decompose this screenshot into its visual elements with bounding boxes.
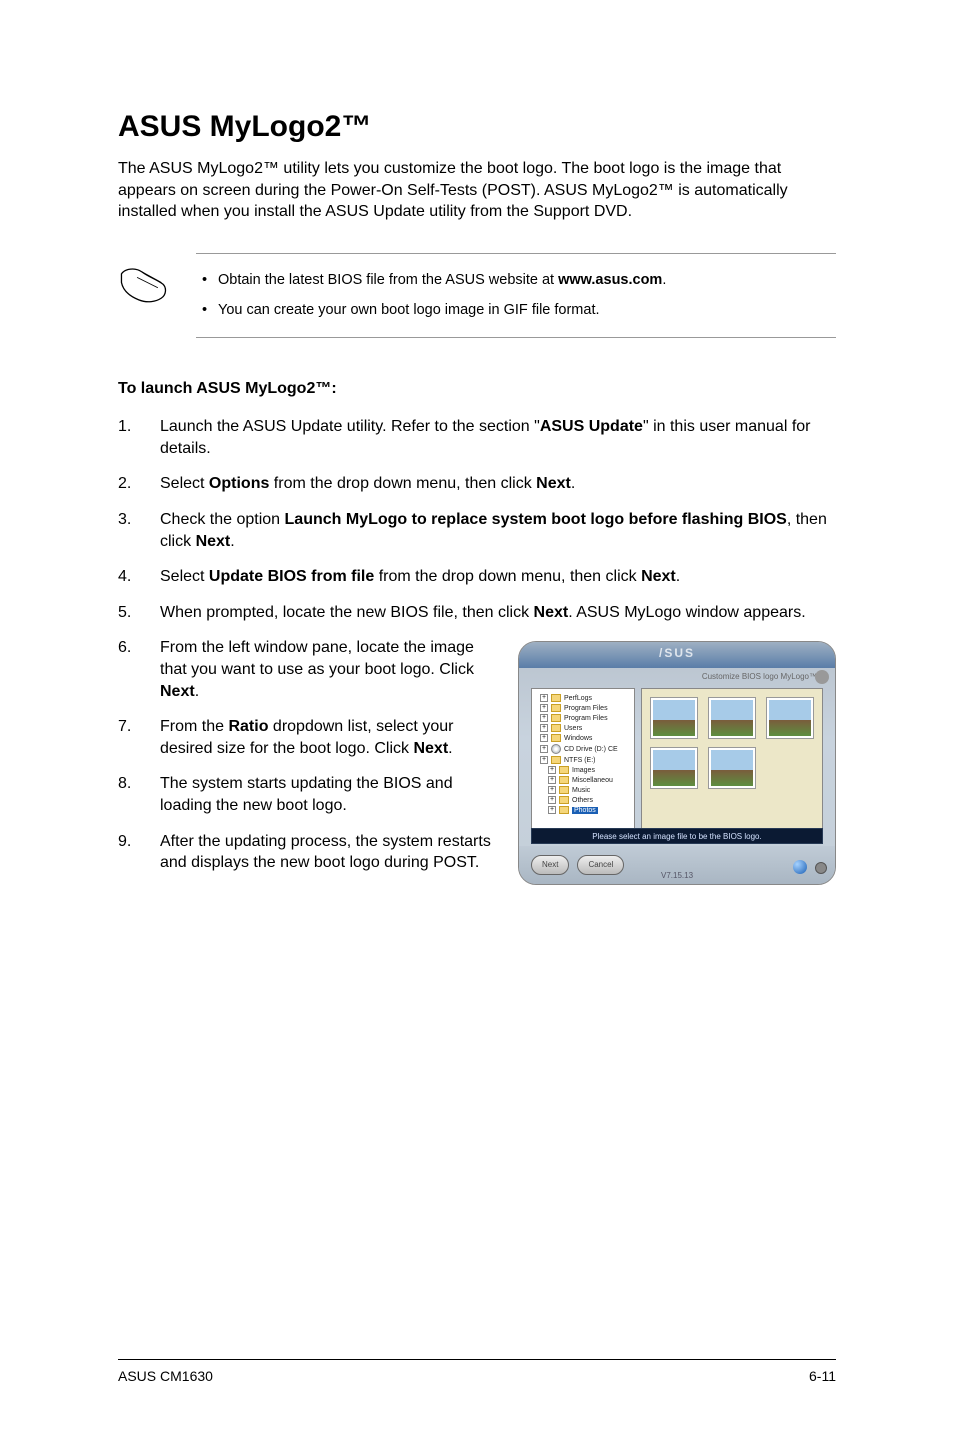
app-footer: Next Cancel V7.15.13 [519,846,835,884]
image-thumbnail[interactable] [650,747,698,789]
intro-paragraph: The ASUS MyLogo2™ utility lets you custo… [118,158,836,223]
tree-row[interactable]: + Miscellaneou [534,775,632,785]
step-item: After the updating process, the system r… [118,831,494,874]
folder-icon [551,714,561,722]
footer-product: ASUS CM1630 [118,1368,213,1384]
expand-icon[interactable]: + [548,786,556,794]
page-footer: ASUS CM1630 6-11 [118,1359,836,1384]
tree-row[interactable]: + Users [534,723,632,733]
folder-tree[interactable]: + PerfLogs + Program Files + Program Files + Us… [531,688,635,834]
folder-icon [551,724,561,732]
two-column-row: From the left window pane, locate the im… [118,637,836,887]
steps-list-bottom: From the left window pane, locate the im… [118,637,494,873]
expand-icon[interactable]: + [540,714,548,722]
cancel-button[interactable]: Cancel [577,855,624,875]
tree-row[interactable]: + Program Files [534,703,632,713]
tree-label: Miscellaneou [572,777,613,784]
tree-row[interactable]: + Others [534,795,632,805]
tree-label: PerfLogs [564,695,592,702]
tree-label: Users [564,725,582,732]
tree-label: Windows [564,735,592,742]
tree-row[interactable]: + CD Drive (D:) CE [534,743,632,755]
thumbnail-preview [711,750,753,786]
close-icon[interactable] [815,670,829,684]
folder-icon [551,694,561,702]
tree-row[interactable]: + Windows [534,733,632,743]
expand-icon[interactable]: + [548,776,556,784]
note-hand-icon [118,265,170,307]
folder-icon [559,766,569,774]
tree-label: Photos [572,807,598,814]
expand-icon[interactable]: + [540,724,548,732]
expand-icon[interactable]: + [540,756,548,764]
expand-icon[interactable]: + [548,766,556,774]
tree-label: Images [572,767,595,774]
expand-icon[interactable]: + [540,704,548,712]
tree-row[interactable]: + Photos [534,805,632,815]
expand-icon[interactable]: + [540,745,548,753]
tree-row[interactable]: + PerfLogs [534,693,632,703]
tree-label: Program Files [564,705,608,712]
thumbnail-preview [653,700,695,736]
note-list: Obtain the latest BIOS file from the ASU… [196,253,836,339]
cd-drive-icon [551,744,561,754]
step-item: Launch the ASUS Update utility. Refer to… [118,416,836,459]
note-item: You can create your own boot logo image … [218,296,836,326]
folder-icon [559,786,569,794]
step-item: From the Ratio dropdown list, select you… [118,716,494,759]
tree-label: Others [572,797,593,804]
step-item: Select Update BIOS from file from the dr… [118,566,836,588]
thumbnail-preview [653,750,695,786]
tree-row[interactable]: + NTFS (E:) [534,755,632,765]
manual-page: ASUS MyLogo2™ The ASUS MyLogo2™ utility … [0,0,954,1438]
expand-icon[interactable]: + [540,694,548,702]
expand-icon[interactable]: + [548,806,556,814]
expand-icon[interactable]: + [548,796,556,804]
thumbnail-preview [711,700,753,736]
folder-icon [559,806,569,814]
footer-page-number: 6-11 [809,1368,836,1384]
note-item: Obtain the latest BIOS file from the ASU… [218,266,836,296]
image-thumbnail[interactable] [650,697,698,739]
step-item: Select Options from the drop down menu, … [118,473,836,495]
folder-icon [559,776,569,784]
step-item: When prompted, locate the new BIOS file,… [118,602,836,624]
launch-subheading: To launch ASUS MyLogo2™: [118,380,836,398]
mylogo-app-screenshot: /SUS Customize BIOS logo MyLogo™ + PerfLo… [518,641,836,885]
steps-list-top: Launch the ASUS Update utility. Refer to… [118,416,836,637]
app-brand-logo: /SUS [659,646,695,660]
thumbnail-preview [769,700,811,736]
globe-icon[interactable] [793,860,807,874]
step-item: From the left window pane, locate the im… [118,637,494,702]
folder-icon [559,796,569,804]
tree-row[interactable]: + Music [534,785,632,795]
next-button[interactable]: Next [531,855,569,875]
thumbnail-grid[interactable] [641,688,823,834]
app-version: V7.15.13 [661,871,693,880]
tree-label: Music [572,787,590,794]
app-titlebar: /SUS [519,642,835,668]
note-block: Obtain the latest BIOS file from the ASU… [118,253,836,339]
tree-label: NTFS (E:) [564,757,596,764]
image-thumbnail[interactable] [708,697,756,739]
page-heading: ASUS MyLogo2™ [118,110,836,144]
folder-icon [551,704,561,712]
expand-icon[interactable]: + [540,734,548,742]
tree-label: CD Drive (D:) CE [564,746,618,753]
tree-row[interactable]: + Images [534,765,632,775]
folder-icon [551,756,561,764]
tree-label: Program Files [564,715,608,722]
image-thumbnail[interactable] [708,747,756,789]
status-message-bar: Please select an image file to be the BI… [531,828,823,844]
image-thumbnail[interactable] [766,697,814,739]
step-item: Check the option Launch MyLogo to replac… [118,509,836,552]
step-item: The system starts updating the BIOS and … [118,773,494,816]
folder-icon [551,734,561,742]
app-subtitle: Customize BIOS logo MyLogo™ [702,672,817,681]
tree-row[interactable]: + Program Files [534,713,632,723]
app-body: + PerfLogs + Program Files + Program Files + Us… [531,688,823,834]
power-icon[interactable] [815,862,827,874]
